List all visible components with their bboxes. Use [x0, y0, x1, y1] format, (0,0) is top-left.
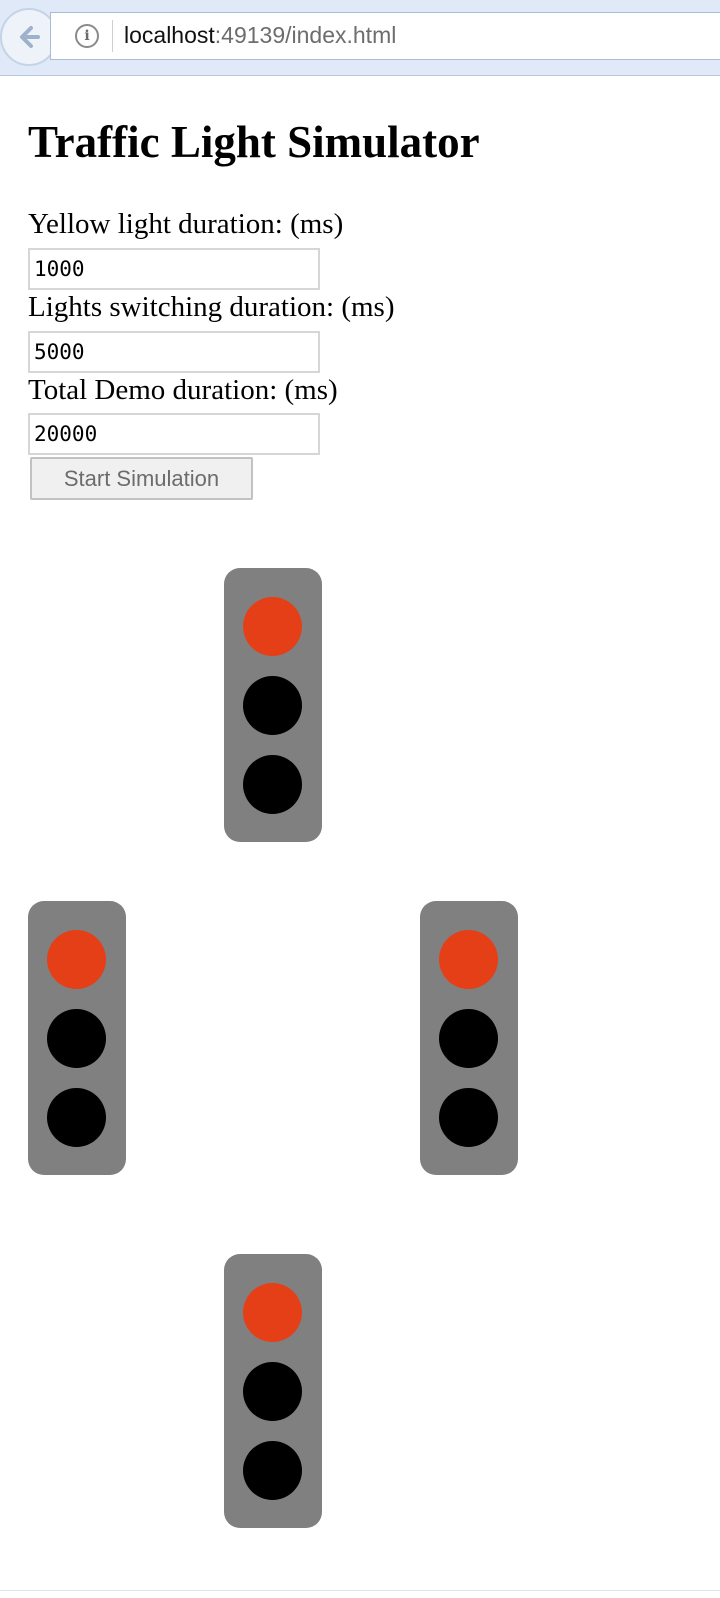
lamp-middle — [243, 1362, 302, 1421]
lamp-bottom — [243, 1441, 302, 1500]
url-host: localhost — [124, 22, 215, 48]
switching-duration-label: Lights switching duration: (ms) — [28, 291, 395, 323]
lamp-middle — [439, 1009, 498, 1068]
lamp-top — [243, 1283, 302, 1342]
start-simulation-button[interactable]: Start Simulation — [30, 457, 253, 500]
lamp-top — [47, 930, 106, 989]
demo-duration-input[interactable] — [28, 413, 320, 455]
lamp-bottom — [243, 755, 302, 814]
traffic-light-west — [28, 901, 126, 1175]
switching-duration-input[interactable] — [28, 331, 320, 373]
lamp-bottom — [47, 1088, 106, 1147]
traffic-light-north — [224, 568, 322, 842]
lamp-middle — [243, 676, 302, 735]
lamp-top — [439, 930, 498, 989]
lamp-middle — [47, 1009, 106, 1068]
site-info-glyph: i — [84, 28, 90, 44]
yellow-duration-input[interactable] — [28, 248, 320, 290]
back-arrow-icon — [20, 26, 40, 48]
lamp-bottom — [439, 1088, 498, 1147]
traffic-light-south — [224, 1254, 322, 1528]
browser-toolbar: i localhost:49139/index.html — [0, 0, 720, 76]
page-bottom-divider — [0, 1590, 720, 1591]
yellow-duration-label: Yellow light duration: (ms) — [28, 208, 344, 240]
url-path: :49139/index.html — [214, 22, 397, 48]
site-info-icon[interactable]: i — [75, 24, 99, 48]
url-text[interactable]: localhost:49139/index.html — [124, 22, 396, 49]
traffic-light-east — [420, 901, 518, 1175]
page-title: Traffic Light Simulator — [28, 117, 480, 167]
lamp-top — [243, 597, 302, 656]
demo-duration-label: Total Demo duration: (ms) — [28, 374, 338, 406]
address-separator — [112, 20, 113, 52]
